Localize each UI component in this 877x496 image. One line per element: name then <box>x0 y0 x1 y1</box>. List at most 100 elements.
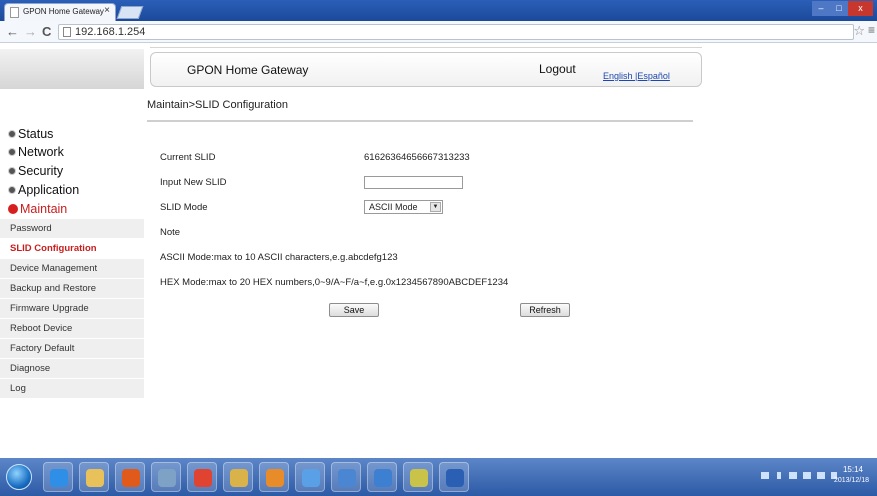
bullet-icon <box>8 167 16 175</box>
page-content: GPON Home Gateway Logout English |Españo… <box>0 43 877 458</box>
page-icon <box>63 27 71 37</box>
sidebar-category-maintain[interactable]: Maintain <box>8 200 67 218</box>
browser-titlebar: GPON Home Gateway × – □ x <box>0 0 877 21</box>
sidebar-category-network[interactable]: Network <box>8 143 64 161</box>
monitor-icon[interactable] <box>817 472 825 479</box>
refresh-button[interactable]: Refresh <box>520 303 570 317</box>
breadcrumb: Maintain>SLID Configuration <box>147 99 288 111</box>
current-slid-value: 61626364656667313233 <box>364 152 470 163</box>
new-slid-input[interactable] <box>364 176 463 189</box>
taskbar-button[interactable] <box>79 462 109 492</box>
user-icon <box>338 469 356 487</box>
logout-link[interactable]: Logout <box>539 62 576 76</box>
clock-date[interactable]: 2013/12/18 <box>834 477 869 484</box>
menu-icon[interactable]: ≡ <box>868 23 875 37</box>
sidebar-item-device-management[interactable]: Device Management <box>0 259 144 279</box>
browser-tab[interactable]: GPON Home Gateway × <box>4 3 116 21</box>
window-controls: – □ x <box>812 1 873 16</box>
left-banner <box>0 49 144 89</box>
header-bar: GPON Home Gateway Logout English |Españo… <box>150 52 702 87</box>
browser-toolbar: ← → C 192.168.1.254 ☆ ≡ <box>0 21 877 43</box>
taskbar-button[interactable] <box>403 462 433 492</box>
maximize-button[interactable]: □ <box>830 1 848 16</box>
network-tray-icon[interactable] <box>803 472 811 479</box>
remote-icon <box>374 469 392 487</box>
chevron-down-icon: ▼ <box>430 202 441 212</box>
note-hex: HEX Mode:max to 20 HEX numbers,0~9/A~F/a… <box>160 277 509 288</box>
reload-icon[interactable]: C <box>42 24 51 39</box>
page-icon <box>10 7 19 18</box>
sidebar-item-diagnose[interactable]: Diagnose <box>0 359 144 379</box>
arrow-icon[interactable] <box>777 472 781 479</box>
taskbar-button[interactable] <box>43 462 73 492</box>
bullet-icon <box>8 148 16 156</box>
taskbar-button[interactable] <box>331 462 361 492</box>
taskbar-button[interactable] <box>295 462 325 492</box>
sidebar-item-backup-and-restore[interactable]: Backup and Restore <box>0 279 144 299</box>
calculator-icon <box>158 469 176 487</box>
bullet-icon <box>8 186 16 194</box>
breadcrumb-divider <box>147 120 693 122</box>
taskbar-button[interactable] <box>187 462 217 492</box>
close-tab-icon[interactable]: × <box>104 5 110 16</box>
back-icon[interactable]: ← <box>6 24 19 39</box>
sidebar: Status Network Security Application Main… <box>0 125 144 401</box>
taskbar-button[interactable] <box>223 462 253 492</box>
network-icon <box>302 469 320 487</box>
sidebar-item-factory-default[interactable]: Factory Default <box>0 339 144 359</box>
media-player-icon <box>122 469 140 487</box>
sidebar-item-password[interactable]: Password <box>0 219 144 239</box>
battery-icon[interactable] <box>761 472 769 479</box>
slid-mode-label: SLID Mode <box>160 202 208 213</box>
taskbar: 15:14 2013/12/18 <box>0 458 877 496</box>
notepad-icon <box>230 469 248 487</box>
sidebar-item-slid-configuration[interactable]: SLID Configuration <box>0 239 144 259</box>
bullet-icon <box>8 130 16 138</box>
bookmark-star-icon[interactable]: ☆ <box>853 23 865 39</box>
new-slid-label: Input New SLID <box>160 177 227 188</box>
sidebar-item-log[interactable]: Log <box>0 379 144 399</box>
sidebar-category-label: Security <box>18 164 64 178</box>
save-button[interactable]: Save <box>329 303 379 317</box>
sidebar-category-label: Status <box>18 127 54 141</box>
tab-title: GPON Home Gateway <box>23 7 104 16</box>
sidebar-category-application[interactable]: Application <box>8 181 79 199</box>
top-divider <box>150 47 702 48</box>
language-links[interactable]: English |Español <box>603 71 670 81</box>
bullet-icon <box>8 204 18 214</box>
url-text[interactable]: 192.168.1.254 <box>75 26 145 38</box>
chrome-icon <box>194 469 212 487</box>
taskbar-button[interactable] <box>151 462 181 492</box>
new-tab-button[interactable] <box>116 6 144 19</box>
sidebar-category-label: Application <box>18 183 80 197</box>
slid-mode-value: ASCII Mode <box>369 202 418 212</box>
taskbar-button[interactable] <box>259 462 289 492</box>
slid-mode-select[interactable]: ASCII Mode ▼ <box>364 200 443 214</box>
word-icon <box>446 469 464 487</box>
start-button[interactable] <box>6 464 32 490</box>
sidebar-item-reboot-device[interactable]: Reboot Device <box>0 319 144 339</box>
explorer-icon <box>86 469 104 487</box>
minimize-button[interactable]: – <box>812 1 830 16</box>
note-label: Note <box>160 227 181 238</box>
tool-icon <box>410 469 428 487</box>
taskbar-button[interactable] <box>439 462 469 492</box>
sidebar-category-status[interactable]: Status <box>8 125 53 143</box>
ie-icon <box>50 469 68 487</box>
address-bar[interactable]: 192.168.1.254 <box>58 24 854 40</box>
note-ascii: ASCII Mode:max to 10 ASCII characters,e.… <box>160 252 398 263</box>
sidebar-category-label: Network <box>18 145 64 159</box>
sidebar-item-firmware-upgrade[interactable]: Firmware Upgrade <box>0 299 144 319</box>
clock-time[interactable]: 15:14 <box>843 465 863 474</box>
brand-title: GPON Home Gateway <box>187 63 309 77</box>
taskbar-button[interactable] <box>115 462 145 492</box>
current-slid-label: Current SLID <box>160 152 216 163</box>
flag-icon[interactable] <box>789 472 797 479</box>
taskbar-button[interactable] <box>367 462 397 492</box>
paint-icon <box>266 469 284 487</box>
sidebar-category-label: Maintain <box>20 202 68 216</box>
forward-icon[interactable]: → <box>24 24 37 39</box>
close-window-button[interactable]: x <box>848 1 873 16</box>
system-tray: 15:14 2013/12/18 <box>727 458 877 496</box>
sidebar-category-security[interactable]: Security <box>8 162 63 180</box>
